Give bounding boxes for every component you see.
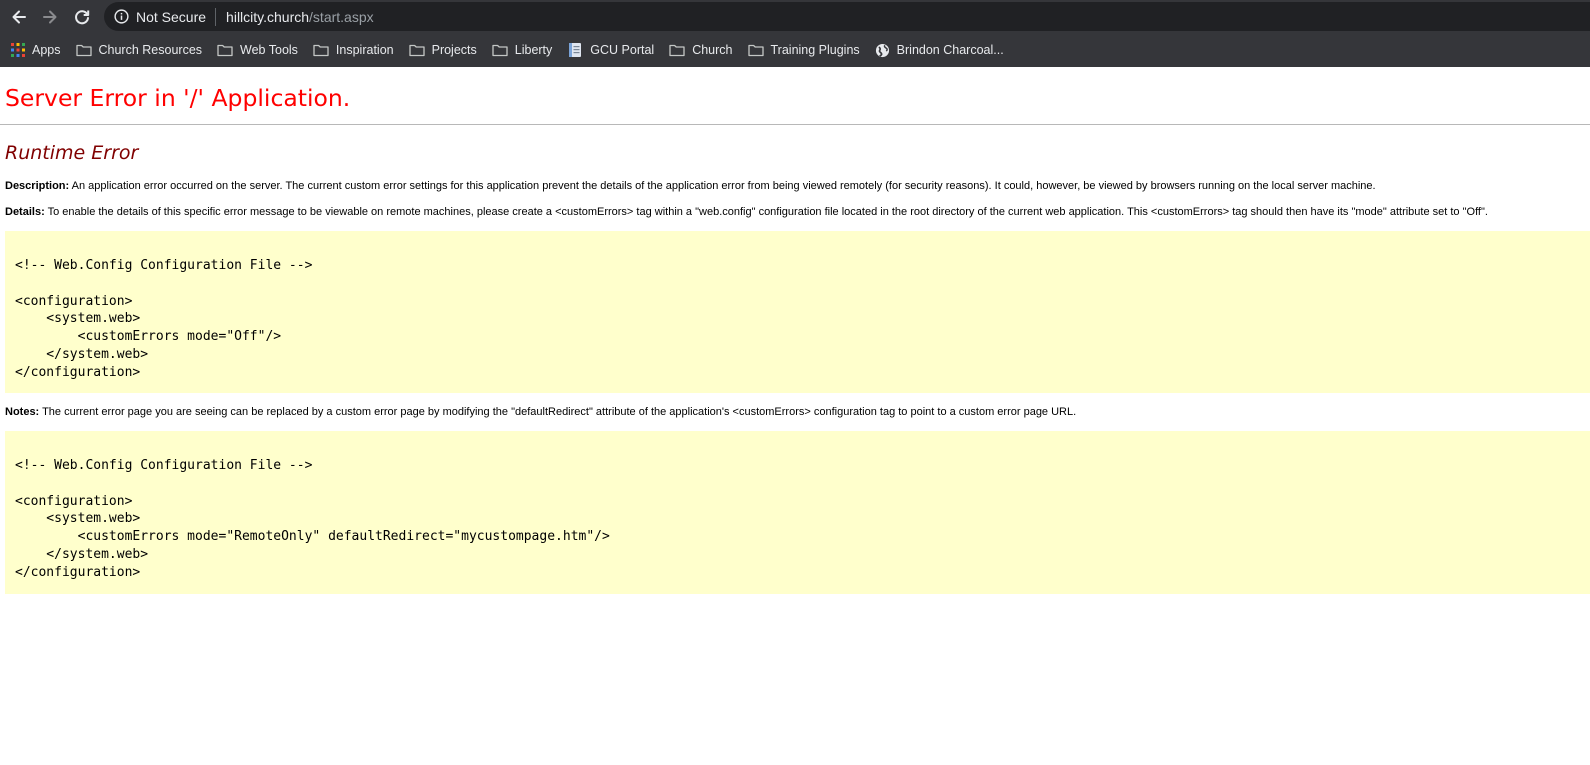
address-bar[interactable]: Not Secure hillcity.church/start.aspx [104, 2, 1590, 31]
code-line: <configuration> [15, 493, 133, 509]
details-label: Details: [5, 206, 45, 218]
notes-paragraph: Notes: The current error page you are se… [5, 405, 1590, 419]
arrow-left-icon [12, 10, 26, 24]
folder-icon [217, 43, 233, 57]
bookmark-apps[interactable]: Apps [11, 43, 61, 57]
notes-label: Notes: [5, 406, 40, 418]
folder-icon [75, 43, 92, 57]
code-line: </configuration> [15, 564, 141, 580]
site-info-button[interactable]: Not Secure [114, 9, 206, 25]
redirect-code-block: <!-- Web.Config Configuration File --> <c… [5, 431, 1590, 594]
description-paragraph: Description: An application error occurr… [5, 179, 1590, 193]
details-paragraph: Details: To enable the details of this s… [5, 205, 1590, 219]
bookmark-training-plugins[interactable]: Training Plugins [747, 43, 860, 57]
code-line: <!-- Web.Config Configuration File --> [15, 458, 313, 473]
url-host: hillcity.church [226, 8, 310, 25]
code-line: <customErrors mode="RemoteOnly" defaultR… [15, 529, 610, 545]
bookmark-label: Web Tools [240, 43, 298, 57]
description-label: Description: [5, 180, 70, 192]
forward-button[interactable] [35, 2, 65, 32]
bookmark-gcu-portal[interactable]: GCU Portal [567, 42, 654, 58]
code-line: <system.web> [15, 511, 141, 527]
globe-icon [875, 43, 890, 58]
bookmark-label: Church Resources [98, 43, 203, 57]
folder-icon [669, 43, 685, 57]
bookmark-label: Brindon Charcoal... [896, 43, 1004, 57]
folder-icon [408, 43, 425, 57]
bookmark-label: Liberty [514, 43, 553, 57]
bookmark-label: Church [692, 43, 733, 57]
code-line: </configuration> [15, 364, 141, 380]
description-text: An application error occurred on the ser… [69, 180, 1376, 192]
error-subtitle: Runtime Error [5, 142, 139, 164]
folder-icon [313, 43, 329, 57]
url-path: /start.aspx [309, 8, 374, 25]
apps-grid-icon [11, 43, 25, 57]
back-button[interactable] [4, 2, 34, 32]
folder-icon [492, 43, 508, 57]
bookmark-label: Training Plugins [770, 43, 860, 57]
page-content: Server Error in '/' Application. Runtime… [0, 67, 1590, 594]
bookmark-label: Projects [431, 43, 477, 57]
code-line: <configuration> [15, 293, 133, 309]
reload-button[interactable] [67, 2, 97, 32]
bookmark-label: Apps [32, 43, 61, 57]
bookmark-brindon-charcoal[interactable]: Brindon Charcoal... [875, 43, 1004, 58]
address-separator [215, 7, 217, 26]
bookmark-church[interactable]: Church [669, 43, 733, 57]
bookmark-label: Inspiration [335, 43, 394, 57]
bookmark-projects[interactable]: Projects [408, 43, 477, 57]
code-line: </system.web> [15, 346, 149, 362]
bookmark-liberty[interactable]: Liberty [492, 43, 553, 57]
page-title: Server Error in '/' Application. [5, 84, 351, 112]
info-icon [114, 9, 129, 24]
code-line: <system.web> [15, 311, 141, 327]
folder-icon [747, 43, 764, 57]
browser-toolbar: Not Secure hillcity.church/start.aspx [0, 0, 1590, 33]
bookmark-inspiration[interactable]: Inspiration [313, 43, 394, 57]
bookmarks-bar: Apps Church Resources Web Tools Inspirat… [0, 33, 1590, 67]
code-line: <customErrors mode="Off"/> [15, 329, 282, 345]
bookmark-web-tools[interactable]: Web Tools [217, 43, 298, 57]
reload-icon [75, 10, 90, 25]
config-code-block: <!-- Web.Config Configuration File --> <c… [5, 231, 1590, 393]
security-label: Not Secure [136, 8, 207, 25]
details-text: To enable the details of this specific e… [44, 206, 1488, 218]
bookmark-label: GCU Portal [590, 43, 655, 57]
code-line: <!-- Web.Config Configuration File --> [15, 258, 313, 273]
arrow-right-icon [43, 10, 57, 24]
bookmark-church-resources[interactable]: Church Resources [75, 43, 203, 57]
notes-text: The current error page you are seeing ca… [39, 406, 1077, 418]
code-line: </system.web> [15, 546, 149, 562]
document-icon [567, 42, 583, 58]
